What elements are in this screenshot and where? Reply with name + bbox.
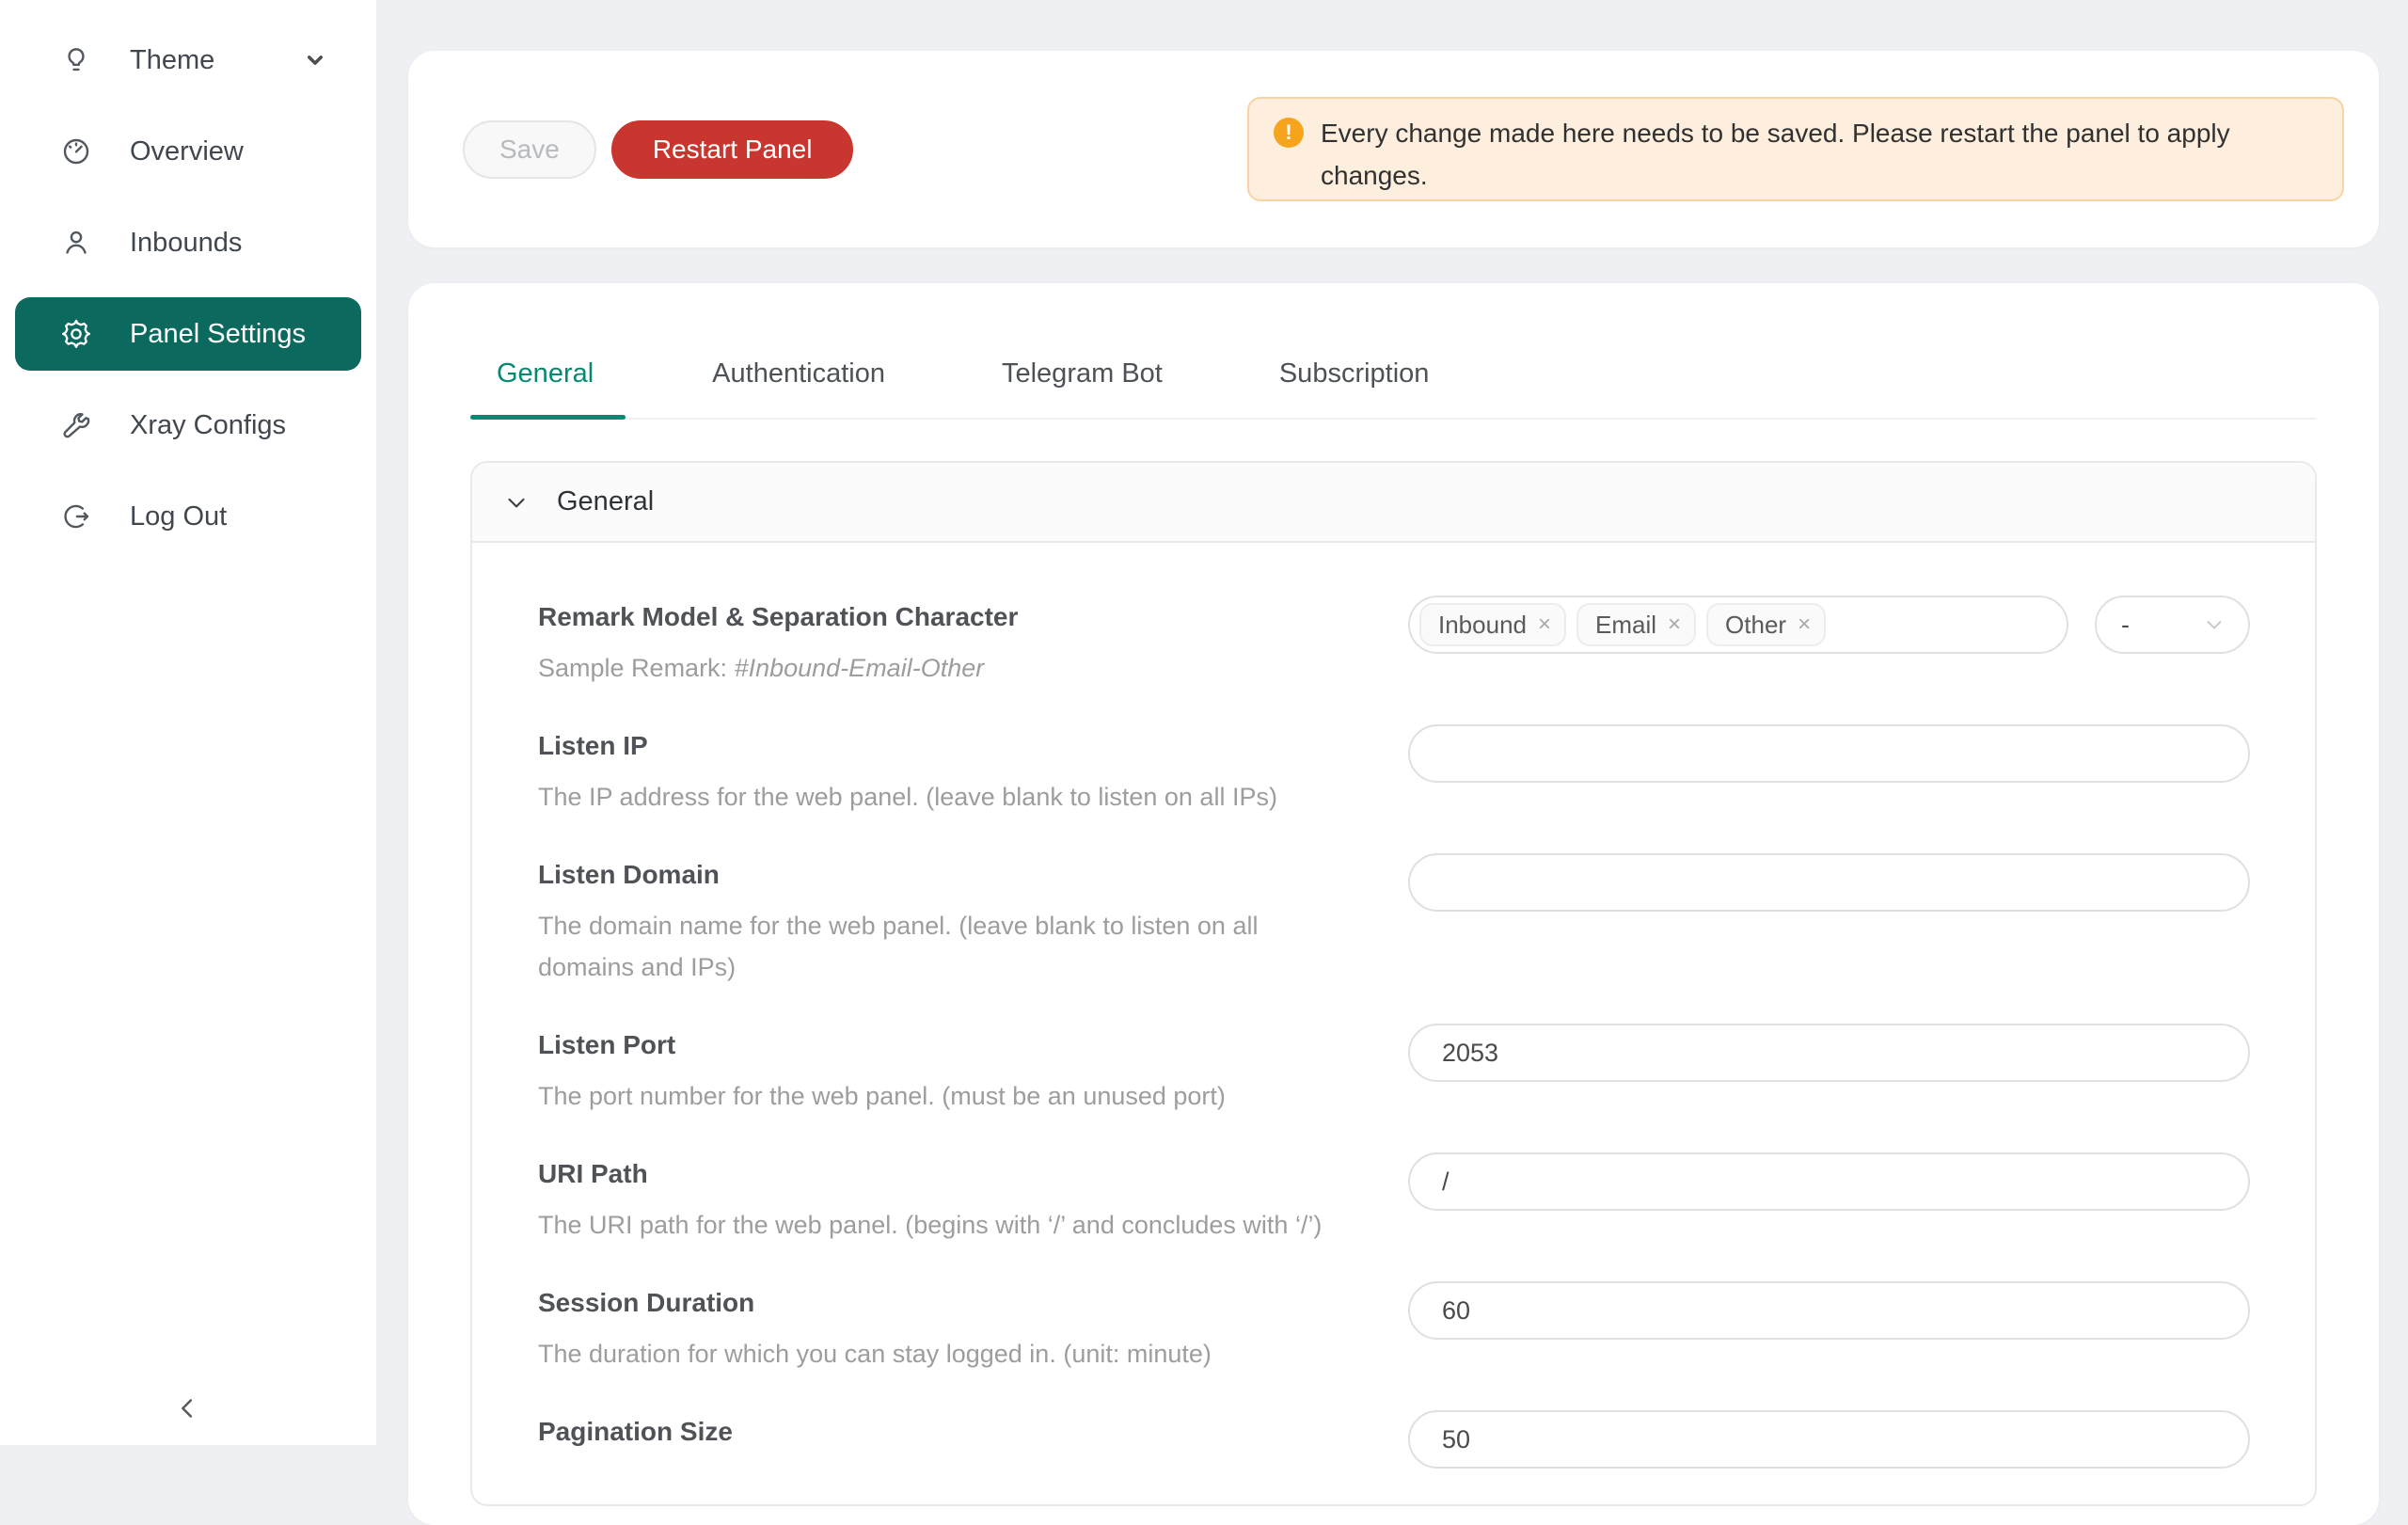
chevron-left-icon	[172, 1392, 204, 1424]
field-text: Session Duration The duration for which y…	[538, 1281, 1408, 1374]
field-label: URI Path	[538, 1158, 1408, 1189]
tag-inbound: Inbound ×	[1419, 603, 1566, 646]
sidebar-menu: Theme Overview Inbounds Panel Settings Xray …	[0, 0, 376, 553]
tag-label: Inbound	[1438, 611, 1527, 640]
field-label: Pagination Size	[538, 1416, 1408, 1447]
chevron-down-icon	[502, 488, 531, 516]
warning-icon: !	[1274, 118, 1304, 148]
field-description: The URI path for the web panel. (begins …	[538, 1204, 1408, 1246]
settings-tabs: General Authentication Telegram Bot Subscri…	[470, 283, 2317, 420]
sidebar-item-label: Theme	[130, 45, 214, 76]
listen-domain-input[interactable]	[1408, 853, 2250, 912]
logout-icon	[58, 499, 94, 534]
dashboard-icon	[58, 134, 94, 169]
general-collapse-header[interactable]: General	[472, 463, 2315, 543]
field-description: The domain name for the web panel. (leav…	[538, 905, 1338, 988]
form-row-listen-domain: Listen Domain The domain name for the web…	[538, 853, 2249, 988]
field-control	[1408, 1410, 2250, 1469]
field-text: Listen IP The IP address for the web pane…	[538, 724, 1408, 818]
actions-card: Save Restart Panel ! Every change made h…	[408, 51, 2379, 247]
field-control: Inbound × Email × Other × -	[1408, 596, 2250, 689]
sidebar-item-xray-configs[interactable]: Xray Configs	[0, 389, 376, 462]
separation-character-select[interactable]: -	[2095, 596, 2250, 654]
tag-remove-icon[interactable]: ×	[1798, 613, 1811, 636]
user-icon	[58, 225, 94, 261]
field-description: The IP address for the web panel. (leave…	[538, 776, 1408, 818]
sidebar-item-label: Overview	[130, 136, 244, 167]
settings-card: General Authentication Telegram Bot Subscri…	[408, 283, 2379, 1525]
gear-icon	[58, 316, 94, 352]
field-control	[1408, 853, 2250, 988]
remark-model-tag-select[interactable]: Inbound × Email × Other ×	[1408, 596, 2068, 654]
field-text: URI Path The URI path for the web panel. …	[538, 1152, 1408, 1246]
restart-warning-alert: ! Every change made here needs to be sav…	[1247, 97, 2344, 201]
field-text: Remark Model & Separation Character Sampl…	[538, 596, 1408, 689]
field-description: The duration for which you can stay logg…	[538, 1333, 1408, 1374]
restart-panel-button[interactable]: Restart Panel	[611, 120, 854, 179]
field-control	[1408, 724, 2250, 818]
field-text: Listen Domain The domain name for the web…	[538, 853, 1408, 988]
content-area: Save Restart Panel ! Every change made h…	[408, 51, 2379, 1525]
collapse-title: General	[557, 486, 654, 517]
sidebar-collapse-button[interactable]	[0, 1392, 376, 1424]
sidebar: Theme Overview Inbounds Panel Settings Xray …	[0, 0, 376, 1445]
tab-general[interactable]: General	[470, 358, 626, 418]
field-label: Remark Model & Separation Character	[538, 601, 1408, 632]
sidebar-item-log-out[interactable]: Log Out	[0, 480, 376, 553]
separator-value: -	[2121, 611, 2130, 640]
chevron-down-icon	[301, 46, 329, 82]
alert-message: Every change made here needs to be saved…	[1321, 112, 2289, 197]
listen-ip-input[interactable]	[1408, 724, 2250, 783]
chevron-down-icon	[2201, 612, 2227, 638]
uri-path-input[interactable]	[1408, 1152, 2250, 1211]
field-label: Listen Domain	[538, 859, 1408, 890]
tag-other: Other ×	[1706, 603, 1826, 646]
general-settings-form: Remark Model & Separation Character Sampl…	[472, 543, 2315, 1469]
sidebar-item-label: Panel Settings	[130, 319, 306, 350]
field-description: Sample Remark: #Inbound-Email-Other	[538, 647, 1408, 689]
tab-subscription[interactable]: Subscription	[1249, 358, 1460, 418]
sidebar-item-label: Xray Configs	[130, 410, 286, 441]
sidebar-item-overview[interactable]: Overview	[0, 115, 376, 188]
sidebar-item-theme[interactable]: Theme	[0, 24, 376, 97]
field-text: Listen Port The port number for the web p…	[538, 1024, 1408, 1117]
field-label: Listen Port	[538, 1029, 1408, 1060]
tag-label: Other	[1725, 611, 1786, 640]
tag-remove-icon[interactable]: ×	[1538, 613, 1551, 636]
pagination-size-input[interactable]	[1408, 1410, 2250, 1469]
field-description: The port number for the web panel. (must…	[538, 1075, 1408, 1117]
form-row-listen-port: Listen Port The port number for the web p…	[538, 1024, 2249, 1117]
field-control	[1408, 1024, 2250, 1117]
session-duration-input[interactable]	[1408, 1281, 2250, 1340]
sidebar-item-label: Inbounds	[130, 228, 242, 259]
form-row-session-duration: Session Duration The duration for which y…	[538, 1281, 2249, 1374]
sidebar-item-inbounds[interactable]: Inbounds	[0, 206, 376, 279]
field-control	[1408, 1152, 2250, 1246]
tag-email: Email ×	[1576, 603, 1696, 646]
field-control	[1408, 1281, 2250, 1374]
form-row-uri-path: URI Path The URI path for the web panel. …	[538, 1152, 2249, 1246]
tag-remove-icon[interactable]: ×	[1668, 613, 1681, 636]
form-row-listen-ip: Listen IP The IP address for the web pane…	[538, 724, 2249, 818]
listen-port-input[interactable]	[1408, 1024, 2250, 1082]
field-label: Listen IP	[538, 730, 1408, 761]
sidebar-item-panel-settings[interactable]: Panel Settings	[15, 297, 361, 371]
sidebar-item-label: Log Out	[130, 501, 227, 532]
wrench-icon	[58, 407, 94, 443]
general-collapse: General Remark Model & Separation Charac…	[470, 461, 2317, 1506]
field-label: Session Duration	[538, 1287, 1408, 1318]
field-text: Pagination Size	[538, 1410, 1408, 1469]
form-row-remark-model-separation-character: Remark Model & Separation Character Sampl…	[538, 596, 2249, 689]
tab-authentication[interactable]: Authentication	[682, 358, 915, 418]
form-row-pagination-size: Pagination Size	[538, 1410, 2249, 1469]
tag-label: Email	[1595, 611, 1656, 640]
save-button[interactable]: Save	[463, 120, 596, 179]
tab-telegram-bot[interactable]: Telegram Bot	[972, 358, 1193, 418]
bulb-icon	[58, 42, 94, 78]
